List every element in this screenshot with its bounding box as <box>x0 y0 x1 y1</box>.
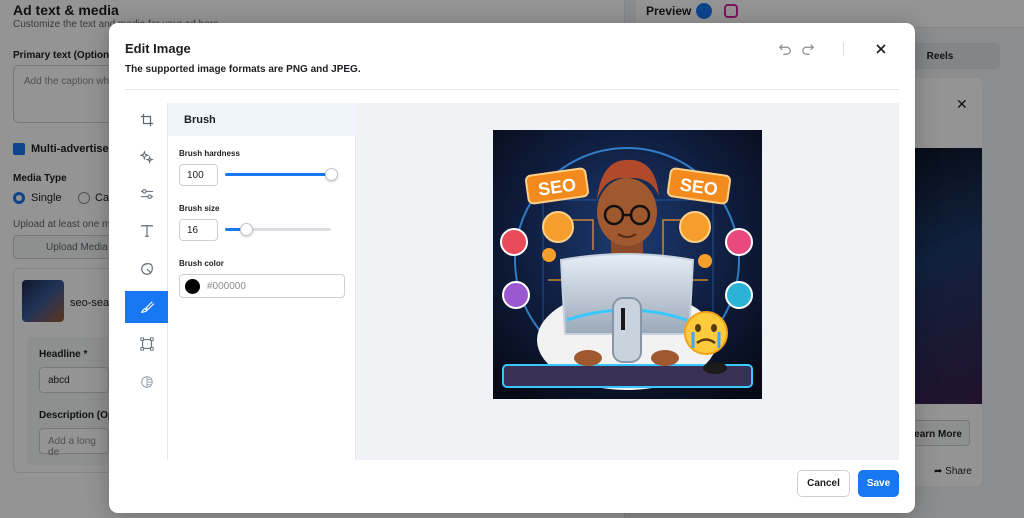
brush-size-input[interactable]: 16 <box>179 219 218 241</box>
edited-image[interactable]: SEO SEO <box>493 130 762 399</box>
save-button[interactable]: Save <box>858 470 899 497</box>
color-hex-placeholder: #000000 <box>207 281 246 292</box>
header-divider <box>843 42 844 56</box>
modal-title: Edit Image <box>125 41 191 56</box>
edit-image-modal: Edit Image The supported image formats a… <box>109 23 915 513</box>
brush-hardness-label: Brush hardness <box>179 149 240 158</box>
undo-button[interactable] <box>775 39 795 59</box>
text-icon <box>140 225 153 237</box>
sticker-icon <box>140 263 153 275</box>
tool-frame[interactable] <box>125 328 168 360</box>
close-icon <box>876 44 886 54</box>
adjust-sliders-icon <box>140 189 153 199</box>
tool-brush[interactable] <box>125 291 168 323</box>
brush-hardness-slider[interactable] <box>225 168 338 182</box>
modal-subtitle: The supported image formats are PNG and … <box>125 64 361 75</box>
panel-title: Brush <box>168 103 356 136</box>
slider-handle[interactable] <box>325 168 338 181</box>
brush-settings-panel: Brush Brush hardness 100 Brush size 16 B… <box>168 103 356 460</box>
tool-filter[interactable] <box>125 366 168 398</box>
magic-sparkle-icon <box>139 150 154 164</box>
crop-icon <box>140 113 153 127</box>
redo-button[interactable] <box>798 39 818 59</box>
brush-color-label: Brush color <box>179 259 224 268</box>
header-separator <box>125 89 899 90</box>
brush-hardness-input[interactable]: 100 <box>179 164 218 186</box>
slider-handle[interactable] <box>240 223 253 236</box>
tool-magic[interactable] <box>125 141 168 173</box>
brush-size-slider[interactable] <box>225 223 331 237</box>
tool-sticker[interactable] <box>125 253 168 285</box>
image-canvas[interactable]: SEO SEO <box>356 103 899 460</box>
brush-size-label: Brush size <box>179 204 220 213</box>
redo-icon <box>802 44 815 55</box>
tool-crop[interactable] <box>125 104 168 136</box>
close-button[interactable] <box>871 39 891 59</box>
color-swatch[interactable] <box>185 279 200 294</box>
tool-text[interactable] <box>125 215 168 247</box>
brush-color-input[interactable]: #000000 <box>179 274 345 298</box>
tool-rail <box>125 103 168 460</box>
tool-adjust[interactable] <box>125 178 168 210</box>
seo-illustration: SEO SEO <box>493 130 762 399</box>
undo-icon <box>778 44 791 55</box>
brush-icon <box>140 301 154 313</box>
filter-icon <box>140 376 153 388</box>
image-editor: Brush Brush hardness 100 Brush size 16 B… <box>125 103 899 460</box>
cancel-button[interactable]: Cancel <box>797 470 850 497</box>
frame-icon <box>139 337 154 351</box>
slider-fill <box>225 173 331 176</box>
